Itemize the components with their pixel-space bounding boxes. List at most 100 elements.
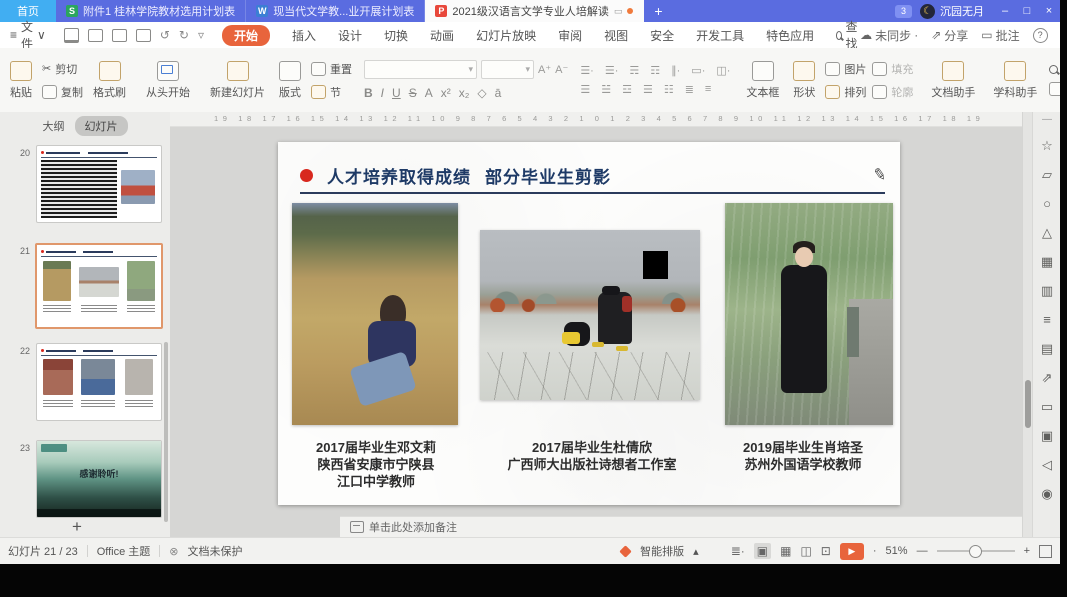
zoom-level[interactable]: 51% [886,545,908,557]
font-size-select[interactable]: ▾ [481,60,534,79]
caption-graduate-2[interactable]: 2017届毕业生杜倩欣 广西师大出版社诗想者工作室 [474,439,710,473]
tab-home[interactable]: 开始 [222,25,270,46]
subscript-button[interactable]: x₂ [459,86,470,100]
sidebar-collapse-handle[interactable]: — [1042,114,1052,125]
help-button[interactable]: ? [1033,28,1048,43]
tab-pin-icon[interactable]: ▭ [614,6,623,17]
underline-button[interactable]: U [392,86,401,100]
shapes-button[interactable]: 形状 [789,59,819,102]
zoom-in-button[interactable]: + [1024,545,1030,557]
sync-status[interactable]: ☁未同步· [860,27,918,44]
tab-design[interactable]: 设计 [338,27,362,44]
slide-thumbnail-22[interactable] [36,343,162,421]
bullets-icon[interactable]: ☰· [580,64,594,77]
distribute-icon[interactable]: ☷ [664,83,674,96]
theme-name[interactable]: Office 主题 [97,543,151,559]
undo-icon[interactable]: ↺ [160,28,170,42]
minimize-button[interactable]: – [994,5,1016,17]
align-right-icon[interactable]: ☲ [622,83,632,96]
print-preview-icon[interactable] [136,29,151,42]
doc-assistant-button[interactable]: 文档助手 [925,61,981,100]
numbering-icon[interactable]: ☰· [605,64,619,77]
slide-title-block[interactable]: 人才培养取得成绩 部分毕业生剪影 ✎ [300,160,886,190]
photo-graduate-3[interactable] [725,203,893,425]
shrink-text-icon[interactable]: ≡ [705,83,711,96]
tab-insert[interactable]: 插入 [292,27,316,44]
new-slide-button[interactable]: 新建幻灯片 [206,59,269,102]
picture-button[interactable]: 图片 [825,61,866,77]
transition-icon[interactable]: ▱ [1042,160,1052,189]
paste-button[interactable]: 粘贴 [6,59,36,102]
slide-thumbnail-21-selected[interactable] [35,243,163,329]
sound-icon[interactable]: ◁ [1042,450,1052,479]
normal-view-icon[interactable]: ▣ [754,543,771,559]
smart-layout-label[interactable]: 智能排版 [640,543,684,559]
file-menu[interactable]: ≡ 文件 ∨ [0,18,54,52]
notification-badge[interactable]: 3 [895,5,912,18]
slide-21[interactable]: 人才培养取得成绩 部分毕业生剪影 ✎ [278,142,900,505]
arrange-button[interactable]: 排列 [825,84,866,100]
redo-icon[interactable]: ↻ [179,28,189,42]
font-color-button[interactable]: A [425,86,433,100]
add-slide-button[interactable]: + [72,517,82,537]
slide-thumbnail-23[interactable]: 感谢聆听! [36,440,162,518]
fill-button[interactable]: 填充 [872,61,913,77]
print-icon[interactable] [112,29,127,42]
outline-tab[interactable]: 大纲 [43,118,65,134]
play-slideshow-button[interactable]: ▶ [840,543,864,560]
cut-button[interactable]: ✂剪切 [42,61,83,77]
caption-graduate-3[interactable]: 2019届毕业生肖培圣 苏州外国语学校教师 [710,439,896,473]
tab-animation[interactable]: 动画 [430,27,454,44]
export-share-icon[interactable]: ⇗ [1042,363,1053,392]
outdent-icon[interactable]: ☴ [629,64,639,77]
doc-tab-writer[interactable]: W 现当代文学教...业开展计划表 [246,0,425,22]
smart-layout-caret-icon[interactable]: ▴ [693,545,699,558]
comment-button[interactable]: ▭批注 [981,27,1019,44]
save-icon[interactable] [64,28,79,43]
notes-pane-icon[interactable]: ▭ [1041,392,1053,421]
italic-button[interactable]: I [381,86,384,100]
font-name-select[interactable]: ▾ [364,60,477,79]
layout-button[interactable]: 版式 [275,59,305,102]
caption-graduate-1[interactable]: 2017届毕业生邓文莉 陕西省安康市宁陕县 江口中学教师 [280,439,472,490]
tab-developer[interactable]: 开发工具 [696,27,744,44]
picture-pane-icon[interactable]: ▣ [1041,421,1053,450]
align-left-icon[interactable]: ☰ [580,83,590,96]
clear-format-button[interactable]: ◇ [477,86,486,100]
reset-button[interactable]: 重置 [311,61,352,77]
shrink-font-icon[interactable]: A⁻ [555,63,568,76]
align-objects-icon[interactable]: ▭· [691,64,705,77]
line-spacing-icon[interactable]: ≣ [685,83,694,96]
zoom-out-button[interactable]: — [917,545,928,557]
strike-button[interactable]: S [409,86,417,100]
animation-icon[interactable]: ○ [1043,189,1051,218]
slide-thumbnail-20[interactable] [36,145,162,223]
fit-slide-icon[interactable] [1039,545,1052,558]
protection-status[interactable]: 文档未保护 [188,543,243,559]
pinyin-button[interactable]: ā [495,86,502,100]
photo-graduate-2[interactable] [480,230,700,400]
zoom-slider-knob[interactable] [969,545,982,558]
indent-icon[interactable]: ☶ [650,64,660,77]
photo-graduate-1[interactable] [292,203,458,425]
notes-bar[interactable]: 单击此处添加备注 [340,516,1067,537]
align-center-icon[interactable]: ☱ [601,83,611,96]
bold-button[interactable]: B [364,86,373,100]
columns-icon[interactable]: ◫· [716,64,730,77]
tab-transition[interactable]: 切换 [384,27,408,44]
doc-tab-spreadsheet[interactable]: S 附件1 桂林学院教材选用计划表 [56,0,246,22]
slide-sorter-icon[interactable]: ▦ [780,544,791,558]
chart-icon[interactable]: ▥ [1041,276,1053,305]
doc-tab-presentation-active[interactable]: P 2021级汉语言文学专业人培解读 ▭ [425,0,644,22]
format-painter-button[interactable]: 格式刷 [89,59,130,102]
presenter-view-icon[interactable]: ⊡ [821,544,831,558]
text-direction-icon[interactable]: ∥· [671,64,680,77]
tab-review[interactable]: 审阅 [558,27,582,44]
subject-assistant-button[interactable]: 学科助手 [987,61,1043,100]
gallery-icon[interactable]: ▤ [1041,334,1053,363]
maximize-button[interactable]: □ [1016,5,1038,17]
new-tab-button[interactable]: + [654,3,662,19]
tab-security[interactable]: 安全 [650,27,674,44]
slides-tab[interactable]: 幻灯片 [75,116,128,136]
tab-special-apps[interactable]: 特色应用 [766,27,814,44]
